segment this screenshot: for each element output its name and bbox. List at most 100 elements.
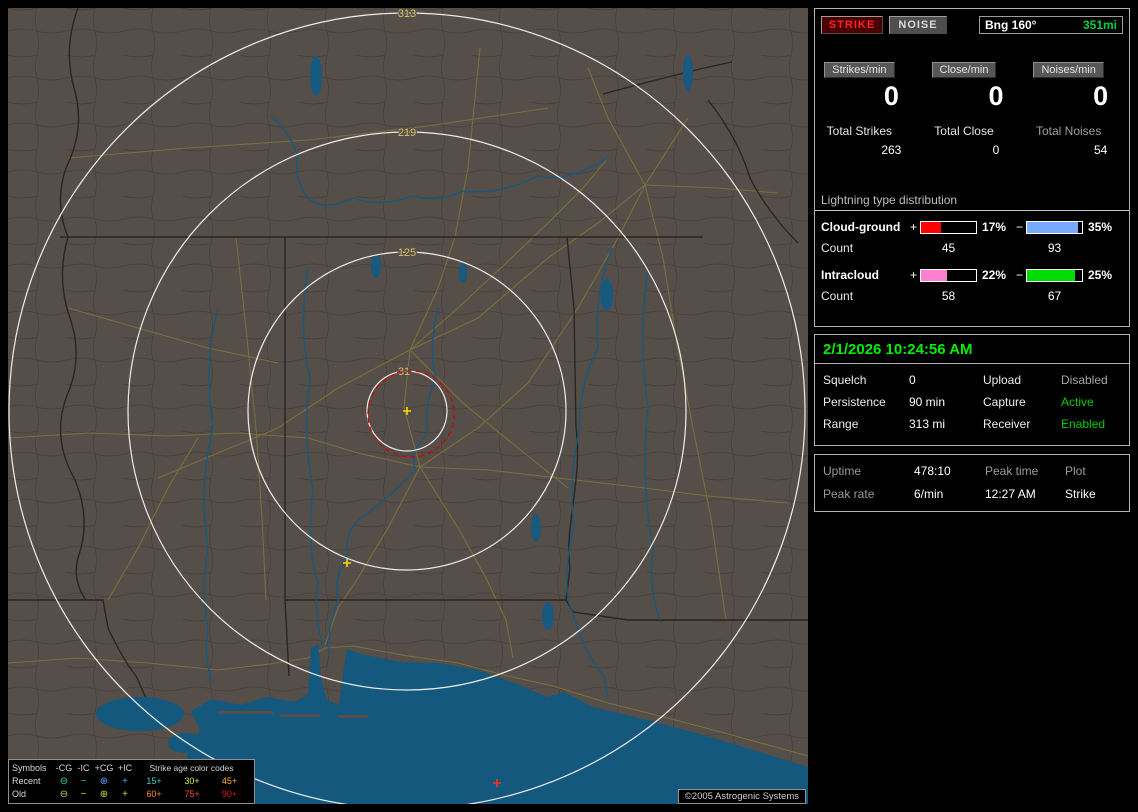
noise-button[interactable]: NOISE (889, 16, 947, 34)
ring-label-313: 313 (398, 8, 416, 20)
map-canvas: 313 219 125 31 (8, 8, 808, 804)
recent-neg-cg-icon: ⊖ (59, 776, 69, 787)
lightning-map[interactable]: 313 219 125 31 Symbols -CG -IC +CG +IC S… (8, 8, 808, 804)
peak-time-label: Peak time (985, 464, 1039, 478)
age-60: 60+ (146, 789, 162, 799)
peak-rate-label: Peak rate (823, 487, 875, 501)
uptime-label: Uptime (823, 464, 862, 478)
legend-col-pos-cg: +CG (94, 763, 114, 773)
squelch-value: 0 (909, 373, 916, 387)
lightning-distribution: Lightning type distribution Cloud-ground… (815, 193, 1129, 303)
strike-button[interactable]: STRIKE (821, 16, 883, 34)
app-window: 313 219 125 31 Symbols -CG -IC +CG +IC S… (0, 0, 1138, 812)
intracloud-label: Intracloud (821, 268, 880, 282)
plus-sign: + (909, 268, 917, 282)
settings-grid: Squelch 0 Upload Disabled Persistence 90… (815, 364, 1129, 431)
stats-panel: STRIKE NOISE Bng 160° 351mi Strikes/min … (814, 8, 1130, 327)
ic-minus-bar (1026, 268, 1083, 282)
old-neg-ic-icon: − (80, 789, 87, 800)
ic-plus-bar (920, 268, 977, 282)
age-75: 75+ (184, 789, 200, 799)
recent-pos-cg-icon: ⊕ (99, 776, 109, 787)
legend-col-neg-cg: -CG (55, 763, 73, 773)
strikes-column: Strikes/min 0 Total Strikes 263 (815, 60, 920, 157)
cg-plus-count: 45 (941, 241, 956, 255)
status-grid: Uptime 478:10 Peak time Plot Peak rate 6… (815, 455, 1129, 501)
plot-value: Strike (1065, 487, 1096, 501)
total-noises-label: Total Noises (1035, 124, 1102, 138)
persistence-value: 90 min (909, 395, 946, 409)
peak-time-value: 12:27 AM (985, 487, 1036, 501)
cg-plus-percent: 17% (982, 220, 1007, 234)
recent-pos-ic-icon: + (122, 776, 128, 787)
rate-columns: Strikes/min 0 Total Strikes 263 Close/mi… (815, 60, 1129, 157)
cg-minus-bar (1026, 220, 1083, 234)
plus-sign: + (909, 220, 917, 234)
bearing-label: Bng 160° (985, 18, 1037, 32)
ring-label-219: 219 (398, 127, 416, 139)
capture-status: Active (1061, 395, 1094, 409)
plot-label: Plot (1065, 464, 1086, 478)
close-per-min-button[interactable]: Close/min (931, 62, 997, 78)
status-panel: Uptime 478:10 Peak time Plot Peak rate 6… (814, 454, 1130, 512)
receiver-label: Receiver (983, 417, 1031, 431)
total-noises-value: 54 (1093, 143, 1108, 157)
legend-old-label: Old (12, 789, 27, 799)
cloud-ground-count-row: Count 45 93 (815, 241, 1129, 255)
ic-count-label: Count (821, 289, 854, 303)
distribution-title: Lightning type distribution (815, 193, 1129, 211)
range-label: Range (823, 417, 859, 431)
strikes-per-min-button[interactable]: Strikes/min (824, 62, 895, 78)
ic-minus-count: 67 (1047, 289, 1062, 303)
close-per-min-value: 0 (988, 81, 1004, 111)
legend-age-header: Strike age color codes (149, 763, 234, 773)
ring-label-125: 125 (398, 247, 416, 259)
persistence-label: Persistence (823, 395, 886, 409)
legend-symbols-header: Symbols (12, 763, 47, 773)
bearing-distance: 351mi (1082, 18, 1117, 32)
mode-button-row: STRIKE NOISE Bng 160° 351mi (815, 9, 1129, 34)
capture-label: Capture (983, 395, 1026, 409)
map-legend: Symbols -CG -IC +CG +IC Strike age color… (8, 759, 255, 804)
noises-per-min-value: 0 (1093, 81, 1109, 111)
ic-minus-percent: 25% (1088, 268, 1113, 282)
ic-plus-percent: 22% (982, 268, 1007, 282)
legend-recent-label: Recent (12, 776, 41, 786)
uptime-value: 478:10 (914, 464, 951, 478)
legend-col-neg-ic: -IC (77, 763, 90, 773)
minus-sign: − (1015, 268, 1023, 282)
ic-plus-bar-fill (921, 269, 947, 281)
copyright: ©2005 Astrogenic Systems (677, 789, 806, 804)
legend-col-pos-ic: +IC (117, 763, 133, 773)
total-strikes-label: Total Strikes (826, 124, 892, 138)
cg-minus-bar-fill (1027, 221, 1078, 233)
upload-label: Upload (983, 373, 1022, 387)
peak-rate-value: 6/min (914, 487, 944, 501)
cg-count-label: Count (821, 241, 854, 255)
upload-status: Disabled (1061, 373, 1108, 387)
total-strikes-value: 263 (881, 143, 902, 157)
intracloud-count-row: Count 58 67 (815, 289, 1129, 303)
receiver-status: Enabled (1061, 417, 1106, 431)
cg-minus-count: 93 (1047, 241, 1062, 255)
range-value: 313 mi (909, 417, 946, 431)
old-neg-cg-icon: ⊖ (59, 789, 69, 800)
old-pos-cg-icon: ⊕ (99, 789, 109, 800)
cloud-ground-label: Cloud-ground (821, 220, 901, 234)
datetime-display: 2/1/2026 10:24:56 AM (815, 335, 1129, 364)
ic-minus-bar-fill (1027, 269, 1076, 281)
age-15: 15+ (146, 776, 162, 786)
total-close-value: 0 (992, 143, 1000, 157)
age-45: 45+ (221, 776, 238, 786)
cg-plus-bar (920, 220, 977, 234)
cloud-ground-row: Cloud-ground + 17% − 35% (815, 220, 1129, 234)
noises-per-min-button[interactable]: Noises/min (1033, 62, 1104, 78)
recent-neg-ic-icon: − (80, 776, 87, 787)
age-90: 90+ (221, 789, 238, 799)
minus-sign: − (1015, 220, 1023, 234)
total-close-label: Total Close (934, 124, 994, 138)
squelch-label: Squelch (823, 373, 867, 387)
settings-panel: 2/1/2026 10:24:56 AM Squelch 0 Upload Di… (814, 334, 1130, 446)
cg-minus-percent: 35% (1088, 220, 1113, 234)
strikes-per-min-value: 0 (883, 81, 899, 111)
